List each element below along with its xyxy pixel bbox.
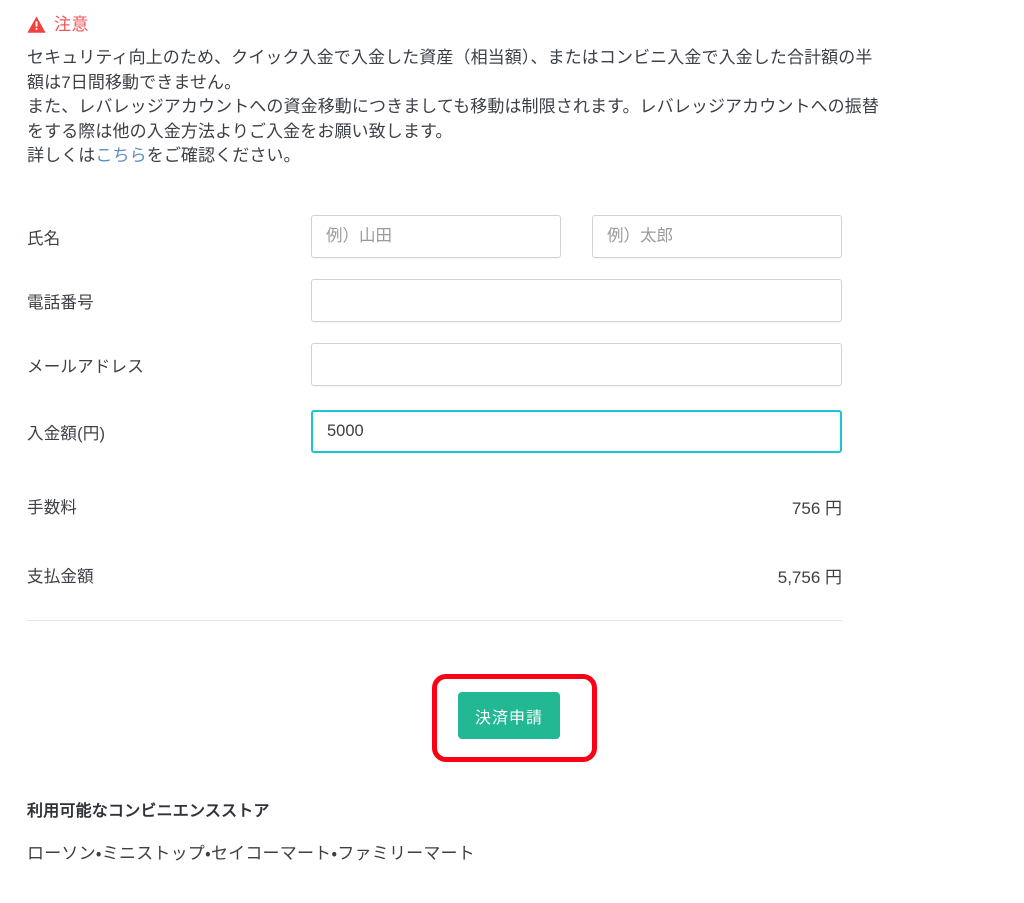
first-name-input[interactable]	[592, 215, 842, 258]
notice-line-5-suffix: をご確認ください。	[146, 146, 301, 165]
fee-value: 756 円	[791, 499, 842, 518]
summary-row-total: 支払金額 5,756 円	[0, 563, 1024, 587]
phone-label: 電話番号	[27, 294, 94, 312]
deposit-form-page: 注意 セキュリティ向上のため、クイック入金で入金した資産（相当額）、またはコンビ…	[0, 0, 1024, 903]
warning-triangle-icon	[27, 15, 46, 34]
available-stores-heading: 利用可能なコンビニエンスストア	[27, 803, 270, 820]
notice-line-4: をする際は他の入金方法よりご入金をお願い致します。	[27, 121, 453, 141]
total-label: 支払金額	[27, 568, 94, 586]
summary-row-fee: 手数料 756 円	[0, 494, 1024, 518]
total-value: 5,756 円	[777, 568, 842, 587]
fee-label: 手数料	[27, 499, 78, 517]
deposit-amount-input[interactable]	[311, 410, 842, 453]
phone-input[interactable]	[311, 279, 842, 322]
form-row-phone: 電話番号	[0, 279, 1024, 323]
name-label: 氏名	[27, 230, 61, 248]
section-divider	[27, 620, 842, 621]
email-input[interactable]	[311, 343, 842, 386]
email-label: メールアドレス	[27, 358, 144, 376]
notice-title: 注意	[54, 15, 89, 34]
notice-line-2: 額は7日間移動できません。	[27, 72, 242, 92]
available-stores-list: ローソン・ミニストップ・セイコーマート・ファミリーマート	[27, 844, 475, 863]
notice-line-3: また、レバレッジアカウントへの資金移動につきましても移動は制限されます。レバレッ…	[27, 97, 879, 116]
form-row-amount: 入金額(円)	[0, 410, 1024, 454]
notice-heading: 注意	[27, 15, 89, 34]
notice-line-5: 詳しくはこちらをご確認ください。	[27, 144, 1007, 169]
amount-label: 入金額(円)	[27, 425, 106, 443]
notice-body: セキュリティ向上のため、クイック入金で入金した資産（相当額）、またはコンビニ入金…	[27, 46, 1007, 169]
form-row-name: 氏名	[0, 215, 1024, 259]
details-link[interactable]: こちら	[95, 146, 146, 165]
submit-payment-button[interactable]: 決済申請	[458, 692, 560, 739]
notice-line-1: セキュリティ向上のため、クイック入金で入金した資産（相当額）、またはコンビニ入金…	[27, 48, 873, 67]
last-name-input[interactable]	[311, 215, 561, 258]
form-row-email: メールアドレス	[0, 343, 1024, 387]
notice-line-5-prefix: 詳しくは	[27, 146, 96, 165]
